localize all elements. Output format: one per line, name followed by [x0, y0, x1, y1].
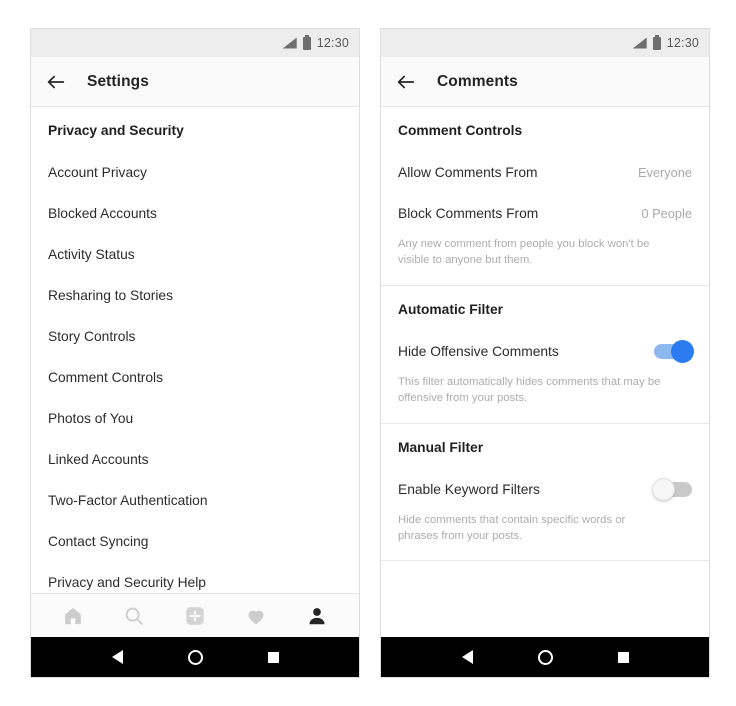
android-nav-bar-left [31, 637, 359, 677]
search-icon[interactable] [123, 605, 145, 627]
row-allow-comments-from[interactable]: Allow Comments From Everyone [381, 152, 709, 193]
settings-item-photos-of-you[interactable]: Photos of You [31, 398, 359, 439]
toggle-hide-offensive-comments[interactable] [654, 339, 694, 363]
row-label: Hide Offensive Comments [398, 343, 559, 359]
app-bar-comments: Comments [381, 57, 709, 107]
comments-scroll-area[interactable]: Comment Controls Allow Comments From Eve… [381, 107, 709, 637]
settings-item-activity-status[interactable]: Activity Status [31, 234, 359, 275]
nav-back-icon[interactable] [461, 650, 473, 664]
toggle-knob [671, 339, 694, 363]
settings-item-linked-accounts[interactable]: Linked Accounts [31, 439, 359, 480]
toggle-knob [652, 477, 675, 501]
toggle-enable-keyword-filters[interactable] [652, 477, 692, 501]
group-comment-controls: Comment Controls Allow Comments From Eve… [381, 107, 709, 285]
nav-home-icon[interactable] [187, 649, 203, 665]
group-empty-spacer [381, 560, 709, 601]
row-value: 0 People [641, 206, 692, 221]
android-nav-bar-right [381, 637, 709, 677]
status-bar-time: 12:30 [316, 36, 349, 50]
battery-icon [652, 34, 661, 50]
phone-right-comments: 12:30 Comments Comment Controls Allow Co… [380, 28, 710, 678]
signal-triangle-icon [282, 37, 297, 49]
add-post-icon[interactable] [184, 605, 206, 627]
settings-item-two-factor-authentication[interactable]: Two-Factor Authentication [31, 480, 359, 521]
helper-text-manual-filter: Hide comments that contain specific word… [398, 513, 626, 542]
row-label: Allow Comments From [398, 165, 538, 180]
helper-text-automatic-filter: This filter automatically hides comments… [398, 375, 661, 405]
nav-recents-icon[interactable] [617, 651, 629, 663]
back-arrow-icon[interactable] [45, 71, 67, 93]
settings-item-comment-controls[interactable]: Comment Controls [31, 357, 359, 398]
screenshot-stage: 12:30 Settings Privacy and Security Acco… [0, 0, 736, 706]
battery-icon [302, 34, 311, 50]
settings-scroll-area[interactable]: Privacy and Security Account Privacy Blo… [31, 107, 359, 593]
instagram-tab-bar [31, 593, 359, 637]
row-value: Everyone [637, 165, 692, 180]
helper-text-block-comments: Any new comment from people you block wo… [398, 238, 650, 267]
settings-item-contact-syncing[interactable]: Contact Syncing [31, 521, 359, 562]
section-header-privacy-security: Privacy and Security [48, 123, 184, 138]
settings-item-story-controls[interactable]: Story Controls [31, 316, 359, 357]
profile-icon[interactable] [306, 605, 328, 627]
back-arrow-icon[interactable] [395, 71, 417, 93]
group-manual-filter: Manual Filter Enable Keyword Filters Hid… [381, 422, 709, 561]
page-title: Settings [87, 72, 149, 90]
page-title: Comments [437, 72, 518, 90]
status-bar: 12:30 [31, 29, 359, 57]
row-label: Block Comments From [398, 206, 539, 221]
heart-icon[interactable] [245, 605, 267, 627]
row-hide-offensive-comments[interactable]: Hide Offensive Comments [381, 331, 709, 372]
settings-item-blocked-accounts[interactable]: Blocked Accounts [31, 193, 359, 234]
settings-item-resharing-to-stories[interactable]: Resharing to Stories [31, 275, 359, 316]
phone-left-settings: 12:30 Settings Privacy and Security Acco… [30, 28, 360, 678]
section-header-comment-controls: Comment Controls [398, 123, 523, 138]
section-header-automatic-filter: Automatic Filter [398, 301, 504, 317]
row-label: Enable Keyword Filters [398, 481, 540, 497]
signal-triangle-icon [632, 37, 647, 49]
app-bar-settings: Settings [31, 57, 359, 107]
status-bar-time: 12:30 [666, 36, 699, 50]
nav-back-icon[interactable] [111, 650, 123, 664]
nav-home-icon[interactable] [537, 649, 553, 665]
settings-item-privacy-and-security-help[interactable]: Privacy and Security Help [31, 562, 359, 593]
group-automatic-filter: Automatic Filter Hide Offensive Comments… [381, 284, 709, 423]
section-header-manual-filter: Manual Filter [398, 439, 484, 455]
settings-item-account-privacy[interactable]: Account Privacy [31, 152, 359, 193]
status-bar: 12:30 [381, 29, 709, 57]
row-enable-keyword-filters[interactable]: Enable Keyword Filters [381, 469, 709, 510]
row-block-comments-from[interactable]: Block Comments From 0 People [381, 193, 709, 234]
home-icon[interactable] [62, 605, 84, 627]
nav-recents-icon[interactable] [267, 651, 279, 663]
